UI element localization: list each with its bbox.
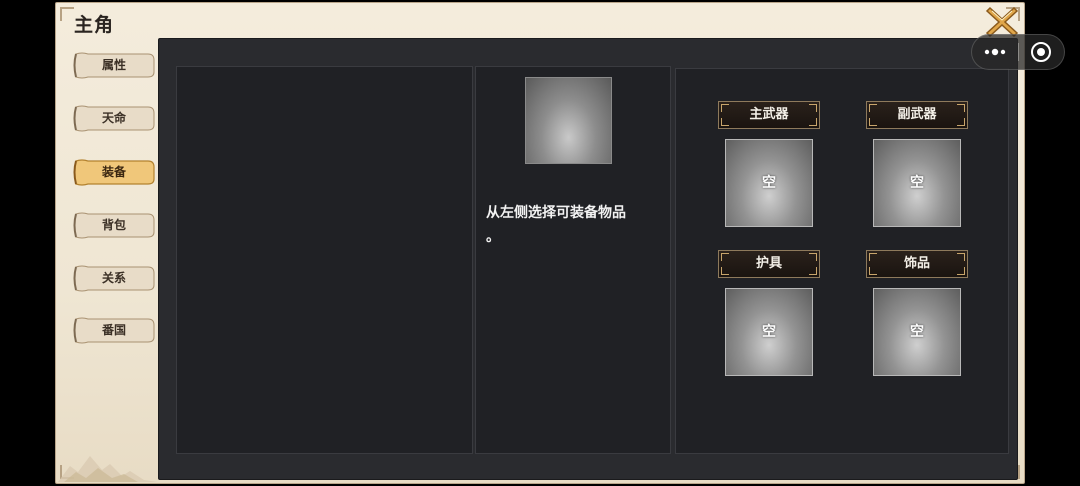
select-item-hint-end: 。 xyxy=(486,229,500,245)
tab-backpack[interactable]: 背包 xyxy=(72,210,156,240)
item-list-panel[interactable] xyxy=(176,66,473,454)
tab-destiny[interactable]: 天命 xyxy=(72,103,156,133)
tab-label: 关系 xyxy=(101,271,126,285)
tab-relations[interactable]: 关系 xyxy=(72,263,156,293)
item-preview-slot xyxy=(525,77,612,164)
tab-label: 天命 xyxy=(101,111,126,125)
off-weapon-slot[interactable]: 空 xyxy=(873,139,961,227)
game-screen: 主角 从左侧选择可装备物品 。 属性 天命 装备 背包 关系 番国 主武器 副武… xyxy=(0,0,1080,486)
main-weapon-label: 主武器 xyxy=(718,101,820,129)
tab-label: 属性 xyxy=(101,58,126,72)
armor-slot[interactable]: 空 xyxy=(725,288,813,376)
tab-equipment[interactable]: 装备 xyxy=(72,157,156,187)
main-weapon-slot[interactable]: 空 xyxy=(725,139,813,227)
tab-vassal-state[interactable]: 番国 xyxy=(72,315,156,345)
accessory-slot[interactable]: 空 xyxy=(873,288,961,376)
mountain-decoration-icon xyxy=(58,456,158,482)
window-title: 主角 xyxy=(74,14,115,36)
accessory-label: 饰品 xyxy=(866,250,968,278)
off-weapon-label: 副武器 xyxy=(866,101,968,129)
tab-label: 背包 xyxy=(101,218,126,232)
tab-label: 番国 xyxy=(101,323,126,337)
tab-label: 装备 xyxy=(101,165,126,179)
target-icon[interactable] xyxy=(1018,35,1064,69)
armor-label: 护具 xyxy=(718,250,820,278)
corner-ornament xyxy=(60,7,74,21)
miniprogram-capsule xyxy=(971,34,1065,70)
more-dots-icon[interactable] xyxy=(972,35,1018,69)
select-item-hint: 从左侧选择可装备物品 xyxy=(486,205,626,221)
tab-attributes[interactable]: 属性 xyxy=(72,50,156,80)
